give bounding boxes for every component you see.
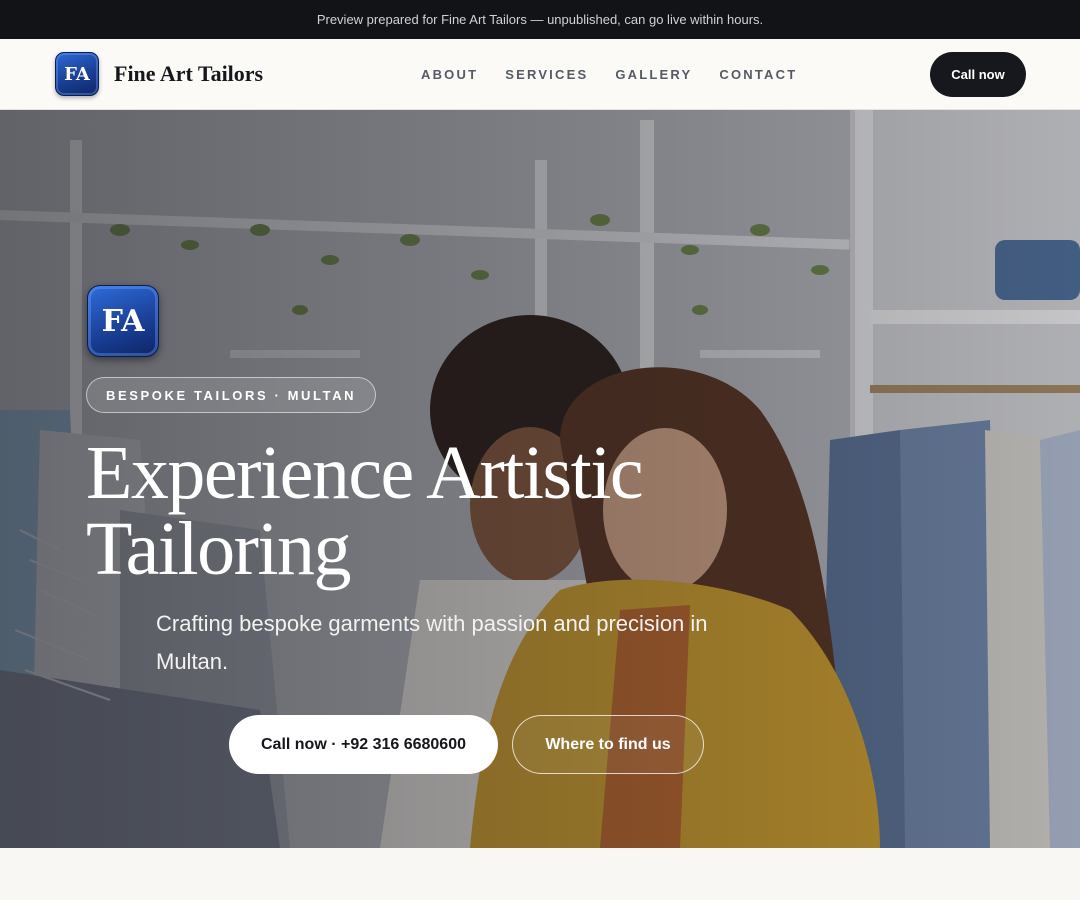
call-now-button[interactable]: Call now · +92 316 6680600 (229, 715, 498, 774)
hero-subtitle: Crafting bespoke garments with passion a… (156, 611, 708, 674)
site-header: FA Fine Art Tailors ABOUT SERVICES GALLE… (0, 39, 1080, 110)
header-call-button[interactable]: Call now (930, 52, 1026, 97)
nav-link-services[interactable]: SERVICES (505, 67, 588, 82)
hero-logo-icon: FA (87, 285, 159, 357)
nav-link-gallery[interactable]: GALLERY (615, 67, 692, 82)
brand[interactable]: FA Fine Art Tailors (55, 52, 263, 96)
main-nav: ABOUT SERVICES GALLERY CONTACT (421, 39, 797, 109)
hero-tag: BESPOKE TAILORS · MULTAN (86, 377, 377, 413)
preview-banner: Preview prepared for Fine Art Tailors — … (0, 0, 1080, 39)
brand-name[interactable]: Fine Art Tailors (114, 61, 263, 87)
preview-banner-text: Preview prepared for Fine Art Tailors — … (316, 12, 764, 27)
logo-icon[interactable]: FA (55, 52, 99, 96)
nav-link-contact[interactable]: CONTACT (719, 67, 797, 82)
next-section (0, 848, 1080, 900)
find-us-button[interactable]: Where to find us (512, 715, 704, 774)
nav-link-about[interactable]: ABOUT (421, 67, 478, 82)
hero-title: Experience Artistic Tailoring (86, 431, 644, 591)
hero-section: FA BESPOKE TAILORS · MULTAN Experience A… (0, 110, 1080, 848)
